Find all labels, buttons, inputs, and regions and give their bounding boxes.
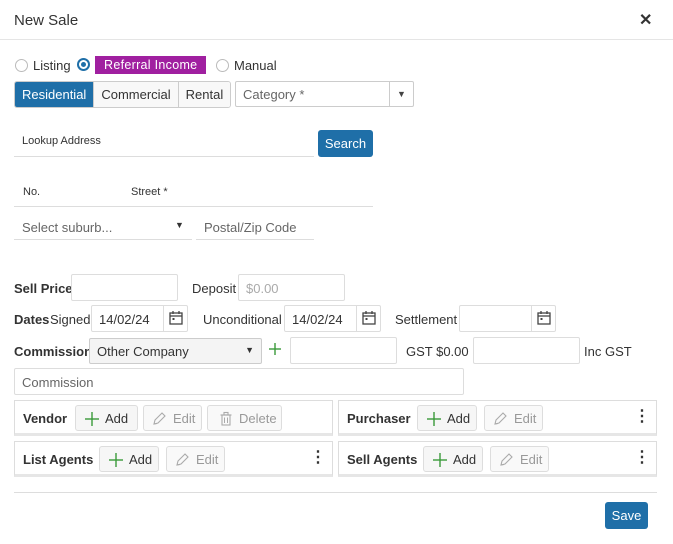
calendar-icon[interactable] — [356, 306, 380, 331]
unconditional-date-input[interactable]: 14/02/24 — [284, 305, 381, 332]
commission-label: Commission — [14, 344, 93, 359]
search-button[interactable]: Search — [318, 130, 373, 157]
settlement-date-input[interactable] — [459, 305, 556, 332]
caret-down-icon[interactable]: ▼ — [175, 220, 184, 230]
number-label[interactable]: No. — [23, 186, 40, 198]
commission-inc-gst-input[interactable] — [473, 337, 580, 364]
settlement-label: Settlement — [395, 312, 458, 327]
inc-gst-label: Inc GST — [584, 344, 632, 359]
vendor-edit-label: Edit — [173, 411, 196, 426]
commission-amount-input[interactable] — [290, 337, 397, 364]
vendor-edit-button[interactable]: Edit — [143, 405, 202, 431]
plus-icon — [432, 452, 448, 471]
unconditional-date-value: 14/02/24 — [292, 312, 343, 327]
sell-agents-add-label: Add — [453, 452, 477, 467]
purchaser-edit-label: Edit — [514, 411, 537, 426]
postal-code-placeholder: Postal/Zip Code — [204, 220, 297, 235]
commission-description-input[interactable]: Commission — [14, 368, 464, 395]
postal-code-field[interactable]: Postal/Zip Code — [196, 214, 314, 240]
caret-down-icon[interactable]: ▼ — [245, 345, 254, 355]
sell-agents-edit-button[interactable]: Edit — [490, 446, 549, 472]
suburb-placeholder: Select suburb... — [22, 220, 113, 235]
list-agents-more-icon[interactable]: ⋮ — [310, 450, 326, 466]
sell-agents-edit-label: Edit — [520, 452, 543, 467]
unconditional-label: Unconditional — [203, 312, 282, 327]
sell-agents-more-icon[interactable]: ⋮ — [634, 450, 650, 466]
lookup-address-field[interactable]: Lookup Address — [14, 130, 314, 157]
radio-referral-income[interactable] — [77, 58, 90, 71]
add-icon[interactable] — [267, 338, 283, 360]
vendor-title: Vendor — [23, 411, 68, 426]
signed-date-input[interactable]: 14/02/24 — [91, 305, 188, 332]
vendor-add-button[interactable]: Add — [75, 405, 138, 431]
save-button[interactable]: Save — [605, 502, 648, 529]
plus-icon — [426, 411, 442, 430]
trash-icon — [219, 411, 233, 430]
suburb-select[interactable]: Select suburb... ▼ — [14, 214, 192, 240]
list-agents-title: List Agents — [23, 452, 94, 467]
dialog-header — [0, 0, 673, 40]
sell-agents-add-button[interactable]: Add — [423, 446, 483, 472]
pencil-icon — [151, 411, 167, 430]
plus-icon — [84, 411, 100, 430]
referral-income-badge[interactable]: Referral Income — [95, 56, 207, 74]
sell-price-label: Sell Price — [14, 281, 73, 296]
vendor-delete-button[interactable]: Delete — [207, 405, 282, 431]
pencil-icon — [174, 452, 190, 471]
footer-divider — [14, 492, 657, 493]
list-agents-edit-button[interactable]: Edit — [166, 446, 225, 472]
plus-icon — [108, 452, 124, 471]
radio-listing-label[interactable]: Listing — [33, 58, 71, 73]
radio-listing[interactable] — [15, 59, 28, 72]
vendor-delete-label: Delete — [239, 411, 277, 426]
signed-label: Signed — [50, 312, 91, 327]
list-agents-add-label: Add — [129, 452, 153, 467]
calendar-icon[interactable] — [163, 306, 187, 331]
purchaser-title: Purchaser — [347, 411, 411, 426]
list-agents-edit-label: Edit — [196, 452, 219, 467]
deposit-placeholder: $0.00 — [246, 281, 279, 296]
segment-rental[interactable]: Rental — [178, 82, 231, 107]
category-select[interactable]: Category * ▼ — [235, 81, 414, 107]
chevron-down-icon[interactable]: ▼ — [389, 82, 413, 106]
pencil-icon — [498, 452, 514, 471]
dialog-title: New Sale — [14, 12, 79, 29]
calendar-icon[interactable] — [531, 306, 555, 331]
close-icon[interactable]: ✕ — [639, 10, 652, 30]
dates-label: Dates — [14, 312, 50, 327]
lookup-address-label: Lookup Address — [22, 135, 101, 147]
purchaser-edit-button[interactable]: Edit — [484, 405, 543, 431]
category-placeholder: Category * — [243, 87, 305, 102]
sell-agents-title: Sell Agents — [347, 452, 418, 467]
radio-manual-label[interactable]: Manual — [234, 58, 277, 73]
segment-residential[interactable]: Residential — [15, 82, 95, 107]
purchaser-add-button[interactable]: Add — [417, 405, 477, 431]
commission-company-value: Other Company — [97, 344, 189, 359]
pencil-icon — [492, 411, 508, 430]
property-type-segmented: Residential Commercial Rental — [14, 81, 232, 108]
vendor-add-label: Add — [105, 411, 129, 426]
purchaser-more-icon[interactable]: ⋮ — [634, 409, 650, 425]
segment-commercial[interactable]: Commercial — [94, 82, 179, 107]
radio-manual[interactable] — [216, 59, 229, 72]
sell-price-input[interactable] — [71, 274, 178, 301]
purchaser-add-label: Add — [447, 411, 471, 426]
street-label[interactable]: Street * — [131, 186, 168, 198]
signed-date-value: 14/02/24 — [99, 312, 150, 327]
commission-company-select[interactable]: Other Company ▼ — [89, 338, 262, 364]
gst-label: GST $0.00 — [406, 344, 469, 359]
list-agents-add-button[interactable]: Add — [99, 446, 159, 472]
commission-description-placeholder: Commission — [22, 375, 94, 390]
street-address-row — [14, 181, 373, 207]
deposit-label: Deposit — [192, 281, 237, 296]
deposit-input[interactable]: $0.00 — [238, 274, 345, 301]
